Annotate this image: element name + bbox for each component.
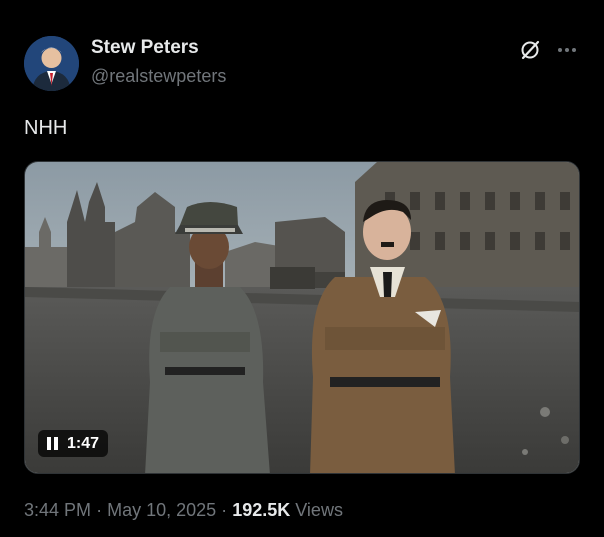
post-meta: 3:44 PM · May 10, 2025 · 192.5K Views [24,500,343,521]
more-horizontal-icon[interactable] [555,40,579,60]
post-date[interactable]: May 10, 2025 [107,500,216,520]
grok-slash-circle-icon [521,40,540,60]
pause-icon[interactable] [47,437,59,450]
views-count: 192.5K [232,500,291,520]
avatar-portrait [24,36,79,91]
video-duration-badge[interactable]: 1:47 [38,430,109,457]
author-handle[interactable]: @realstewpeters [91,66,226,87]
grok-icon[interactable] [519,39,541,61]
video-frame [25,162,579,473]
video-player[interactable]: 1:47 [24,161,580,474]
post-text: NHH [24,117,68,139]
author-name[interactable]: Stew Peters [91,37,199,59]
avatar[interactable] [24,36,79,91]
meta-separator: · [96,500,103,520]
video-duration: 1:47 [67,434,100,452]
post: Stew Peters @realstewpeters NHH 1:47 3:4… [0,0,604,537]
post-time[interactable]: 3:44 PM [24,500,91,520]
views-label: Views [295,500,343,520]
meta-separator: · [221,500,228,520]
